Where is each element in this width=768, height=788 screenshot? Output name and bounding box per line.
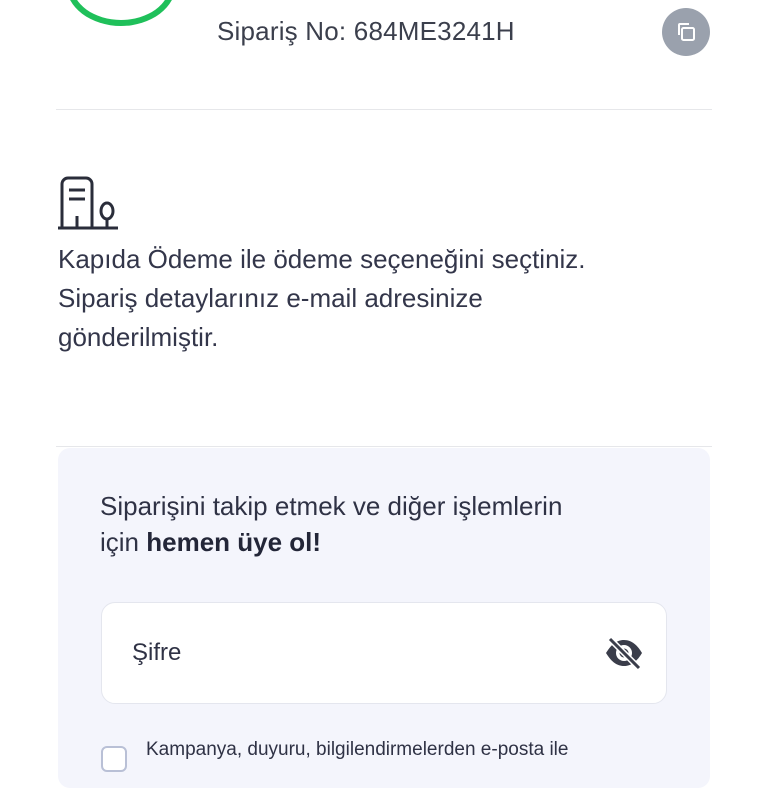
- store-icon: [56, 176, 120, 237]
- membership-title: Siparişini takip etmek ve diğer işlemler…: [100, 488, 700, 560]
- payment-info-message: Kapıda Ödeme ile ödeme seçeneğini seçtin…: [58, 240, 718, 357]
- toggle-password-visibility-button[interactable]: [604, 636, 644, 675]
- divider-top: [56, 109, 712, 110]
- membership-title-line-2: için hemen üye ol!: [100, 524, 700, 560]
- eye-off-icon: [606, 636, 642, 671]
- order-number: Sipariş No: 684ME3241H: [217, 16, 515, 46]
- copy-order-number-button[interactable]: [662, 8, 710, 56]
- divider-middle: [56, 446, 712, 447]
- membership-title-line-1: Siparişini takip etmek ve diğer işlemler…: [100, 491, 563, 521]
- success-check-circle: [66, 0, 176, 26]
- payment-info-line-1: Kapıda Ödeme ile ödeme seçeneğini seçtin…: [58, 244, 586, 274]
- membership-title-cta: hemen üye ol!: [146, 527, 322, 557]
- password-field[interactable]: Şifre: [101, 602, 667, 704]
- consent-label: Kampanya, duyuru, bilgilendirmelerden e-…: [146, 739, 569, 760]
- payment-info-line-3: gönderilmiştir.: [58, 322, 219, 352]
- consent-checkbox[interactable]: [101, 746, 127, 772]
- copy-icon: [678, 23, 695, 41]
- membership-title-prefix: için: [100, 527, 147, 557]
- payment-info-line-2: Sipariş detaylarınız e-mail adresinize: [58, 283, 483, 313]
- password-label: Şifre: [132, 639, 182, 666]
